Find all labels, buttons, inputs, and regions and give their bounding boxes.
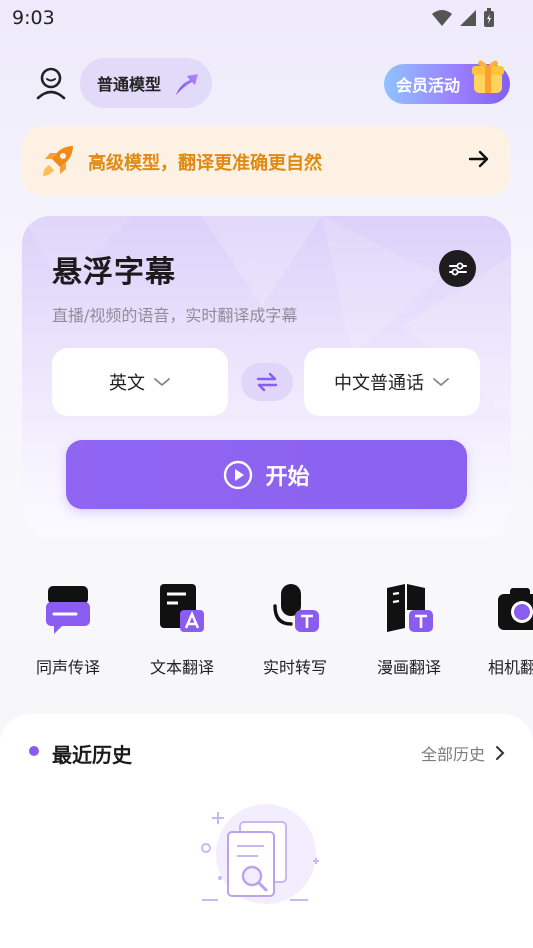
status-bar: 9:03	[0, 0, 533, 38]
gift-icon	[472, 60, 504, 93]
floating-subtitle-card: 悬浮字幕 直播/视频的语音，实时翻译成字幕 英文 中文普通话 开始	[22, 216, 511, 538]
tool-realtime-transcribe[interactable]: 实时转写	[250, 580, 340, 678]
text-translate-icon	[160, 584, 204, 632]
tool-text-translate[interactable]: 文本翻译	[137, 580, 227, 678]
history-dot	[29, 746, 39, 756]
target-language-label: 中文普通话	[334, 373, 424, 394]
card-title: 悬浮字幕	[52, 255, 176, 290]
settings-sliders-button[interactable]	[439, 250, 476, 287]
history-title: 最近历史	[52, 743, 132, 767]
tool-label: 漫画翻译	[376, 658, 441, 677]
tool-label: 同声传译	[35, 658, 100, 677]
camera-translate-icon	[498, 588, 533, 630]
settings-sliders-icon	[448, 262, 467, 275]
chevron-down-icon	[433, 378, 449, 387]
chevron-down-icon	[154, 378, 170, 387]
tool-label: 文本翻译	[149, 658, 214, 677]
tool-simultaneous-interpretation[interactable]: 同声传译	[23, 580, 113, 678]
all-history-label: 全部历史	[420, 745, 485, 764]
tool-label: 相机翻	[488, 658, 533, 677]
model-selector-button[interactable]: 普通模型	[80, 58, 212, 108]
premium-model-banner[interactable]: 高级模型，翻译更准确更自然	[22, 126, 510, 196]
start-label: 开始	[265, 464, 310, 490]
source-language-select[interactable]: 英文	[52, 348, 228, 416]
tool-camera-translate[interactable]: 相机翻	[478, 580, 533, 678]
arrow-right-icon	[468, 150, 489, 168]
target-language-select[interactable]: 中文普通话	[304, 348, 480, 416]
empty-history-illustration	[201, 804, 319, 904]
battery-icon	[484, 8, 494, 27]
model-label: 普通模型	[97, 75, 162, 94]
status-time: 9:03	[12, 7, 55, 29]
user-icon[interactable]	[34, 66, 68, 100]
realtime-transcribe-icon	[273, 584, 319, 632]
start-button[interactable]: 开始	[66, 440, 467, 509]
upgrade-arrow-icon	[176, 74, 198, 95]
all-history-link[interactable]: 全部历史	[421, 741, 505, 765]
comic-translate-icon	[387, 584, 433, 632]
play-circle-icon	[224, 460, 253, 489]
swap-icon	[256, 372, 278, 392]
status-icons	[431, 8, 495, 28]
tool-label: 实时转写	[262, 658, 327, 677]
recent-history-section: 最近历史 全部历史	[0, 714, 533, 948]
source-language-label: 英文	[109, 373, 145, 394]
vip-label: 会员活动	[396, 76, 461, 95]
card-subtitle: 直播/视频的语音，实时翻译成字幕	[52, 306, 298, 325]
rocket-icon	[43, 146, 73, 176]
swap-language-button[interactable]	[241, 363, 293, 401]
simultaneous-interpretation-icon	[46, 586, 90, 634]
signal-icon	[460, 10, 476, 26]
banner-text: 高级模型，翻译更准确更自然	[88, 153, 322, 174]
tool-comic-translate[interactable]: 漫画翻译	[364, 580, 454, 678]
chevron-right-icon	[496, 746, 505, 760]
wifi-icon	[432, 10, 452, 26]
